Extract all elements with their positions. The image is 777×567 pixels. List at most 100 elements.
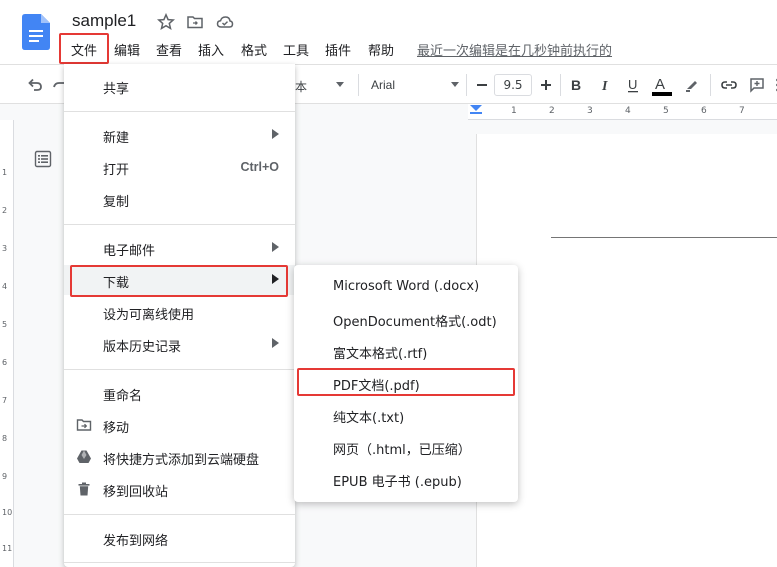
star-icon[interactable]	[157, 13, 175, 31]
download-rtf[interactable]: 富文本格式(.rtf)	[294, 336, 518, 366]
ruler-number: 10	[2, 508, 13, 517]
last-edit-link[interactable]: 最近一次编辑是在几秒钟前执行的	[417, 40, 612, 59]
svg-text:B: B	[571, 77, 581, 93]
ruler-number: 1	[511, 106, 517, 116]
ruler-number: 2	[549, 106, 555, 116]
download-html[interactable]: 网页（.html，已压缩）	[294, 432, 518, 462]
menu-separator	[64, 111, 295, 112]
increase-font-size-icon[interactable]	[538, 77, 554, 93]
file-menu: 共享 新建 打开 Ctrl+O 复制 电子邮件 下载 设为可离线使用 版本历史记…	[64, 64, 295, 567]
ruler-number: 3	[587, 106, 593, 116]
ruler-number: 6	[2, 358, 8, 367]
menu-item-label: 移动	[103, 421, 130, 436]
menu-item-label: 复制	[103, 195, 130, 210]
menu-item-version-history[interactable]: 版本历史记录	[64, 329, 295, 359]
bold-icon[interactable]: B	[568, 77, 584, 93]
menu-view[interactable]: 查看	[156, 40, 182, 59]
horizontal-ruler[interactable]: 1 2 3 4 5 6 7	[468, 104, 777, 120]
submenu-item-label: OpenDocument格式(.odt)	[333, 315, 497, 330]
font-chevron-down-icon[interactable]	[451, 82, 459, 88]
menu-item-share[interactable]: 共享	[64, 71, 295, 101]
vertical-ruler[interactable]: 1 2 3 4 5 6 7 8 9 10 11	[0, 120, 14, 567]
submenu-arrow-icon	[272, 129, 279, 139]
download-highlight-box	[70, 265, 288, 297]
italic-icon[interactable]: I	[597, 77, 613, 93]
menu-insert[interactable]: 插入	[198, 40, 224, 59]
app-header: sample1 文件 编辑 查看 插入 格式 工具 插件 帮助 最近一次编辑是在…	[0, 0, 777, 64]
menu-item-label: 打开	[103, 163, 130, 178]
menu-separator	[64, 224, 295, 225]
menu-separator	[64, 562, 295, 563]
document-title[interactable]: sample1	[72, 11, 136, 31]
undo-icon[interactable]	[27, 77, 43, 93]
document-page[interactable]	[476, 134, 777, 567]
download-docx[interactable]: Microsoft Word (.docx)	[294, 272, 518, 302]
decrease-font-size-icon[interactable]	[474, 77, 490, 93]
font-size-input[interactable]: 9.5	[494, 74, 532, 96]
menu-format[interactable]: 格式	[241, 40, 267, 59]
insert-link-icon[interactable]	[721, 77, 737, 93]
ruler-number: 5	[663, 106, 669, 116]
document-outline-icon[interactable]	[34, 150, 52, 168]
menu-item-move[interactable]: 移动	[64, 410, 295, 440]
horizontal-rule	[551, 237, 777, 238]
menu-item-copy[interactable]: 复制	[64, 184, 295, 214]
pdf-highlight-box	[297, 368, 515, 396]
menu-separator	[64, 369, 295, 370]
svg-text:I: I	[601, 79, 608, 93]
ruler-number: 5	[2, 320, 8, 329]
ruler-number: 7	[2, 396, 8, 405]
ruler-number: 4	[2, 282, 8, 291]
menu-item-publish-web[interactable]: 发布到网络	[64, 523, 295, 553]
menu-item-make-offline[interactable]: 设为可离线使用	[64, 297, 295, 327]
style-dropdown[interactable]: 本	[295, 78, 307, 95]
style-chevron-down-icon[interactable]	[336, 82, 344, 88]
menu-edit[interactable]: 编辑	[114, 40, 140, 59]
submenu-arrow-icon	[272, 242, 279, 252]
cloud-saved-icon[interactable]	[216, 13, 234, 31]
menu-item-move-to-trash[interactable]: 移到回收站	[64, 474, 295, 504]
ruler-number: 6	[701, 106, 707, 116]
font-dropdown[interactable]: Arial	[371, 78, 395, 92]
menu-item-label: 共享	[103, 82, 130, 97]
ruler-number: 1	[2, 168, 8, 177]
menu-addons[interactable]: 插件	[325, 40, 351, 59]
toolbar-separator	[466, 74, 467, 96]
menu-help[interactable]: 帮助	[368, 40, 394, 59]
ruler-number: 8	[2, 434, 8, 443]
more-options-icon[interactable]	[770, 77, 777, 93]
file-menu-highlight-box	[59, 33, 109, 64]
menu-item-email[interactable]: 电子邮件	[64, 233, 295, 263]
toolbar-separator	[560, 74, 561, 96]
menu-item-rename[interactable]: 重命名	[64, 378, 295, 408]
ruler-number: 4	[625, 106, 631, 116]
underline-icon[interactable]: U	[625, 77, 641, 93]
docs-logo-icon[interactable]	[22, 14, 50, 50]
submenu-item-label: EPUB 电子书 (.epub)	[333, 475, 462, 490]
trash-icon	[78, 482, 90, 496]
add-comment-icon[interactable]	[749, 77, 765, 93]
svg-text:A: A	[655, 76, 665, 93]
menu-item-label: 版本历史记录	[103, 340, 182, 355]
download-epub[interactable]: EPUB 电子书 (.epub)	[294, 464, 518, 494]
menu-item-open[interactable]: 打开 Ctrl+O	[64, 152, 295, 182]
svg-text:U: U	[628, 77, 637, 92]
move-folder-icon[interactable]	[186, 13, 204, 31]
menu-separator	[64, 514, 295, 515]
menu-item-label: 将快捷方式添加到云端硬盘	[103, 453, 260, 468]
text-color-icon[interactable]: A	[652, 75, 672, 97]
menu-item-label: 设为可离线使用	[103, 308, 195, 323]
highlight-color-icon[interactable]	[684, 77, 700, 93]
menu-item-add-shortcut-drive[interactable]: 将快捷方式添加到云端硬盘	[64, 442, 295, 472]
ruler-number: 3	[2, 244, 8, 253]
submenu-item-label: 网页（.html，已压缩）	[333, 443, 471, 458]
ruler-numbers: 1 2 3 4 5 6 7	[468, 104, 777, 120]
submenu-item-label: 纯文本(.txt)	[333, 411, 405, 426]
ruler-number: 9	[2, 472, 8, 481]
menu-tools[interactable]: 工具	[283, 40, 309, 59]
submenu-arrow-icon	[272, 338, 279, 348]
menu-item-label: 移到回收站	[103, 485, 169, 500]
menu-item-new[interactable]: 新建	[64, 120, 295, 150]
download-odt[interactable]: OpenDocument格式(.odt)	[294, 304, 518, 334]
download-txt[interactable]: 纯文本(.txt)	[294, 400, 518, 430]
